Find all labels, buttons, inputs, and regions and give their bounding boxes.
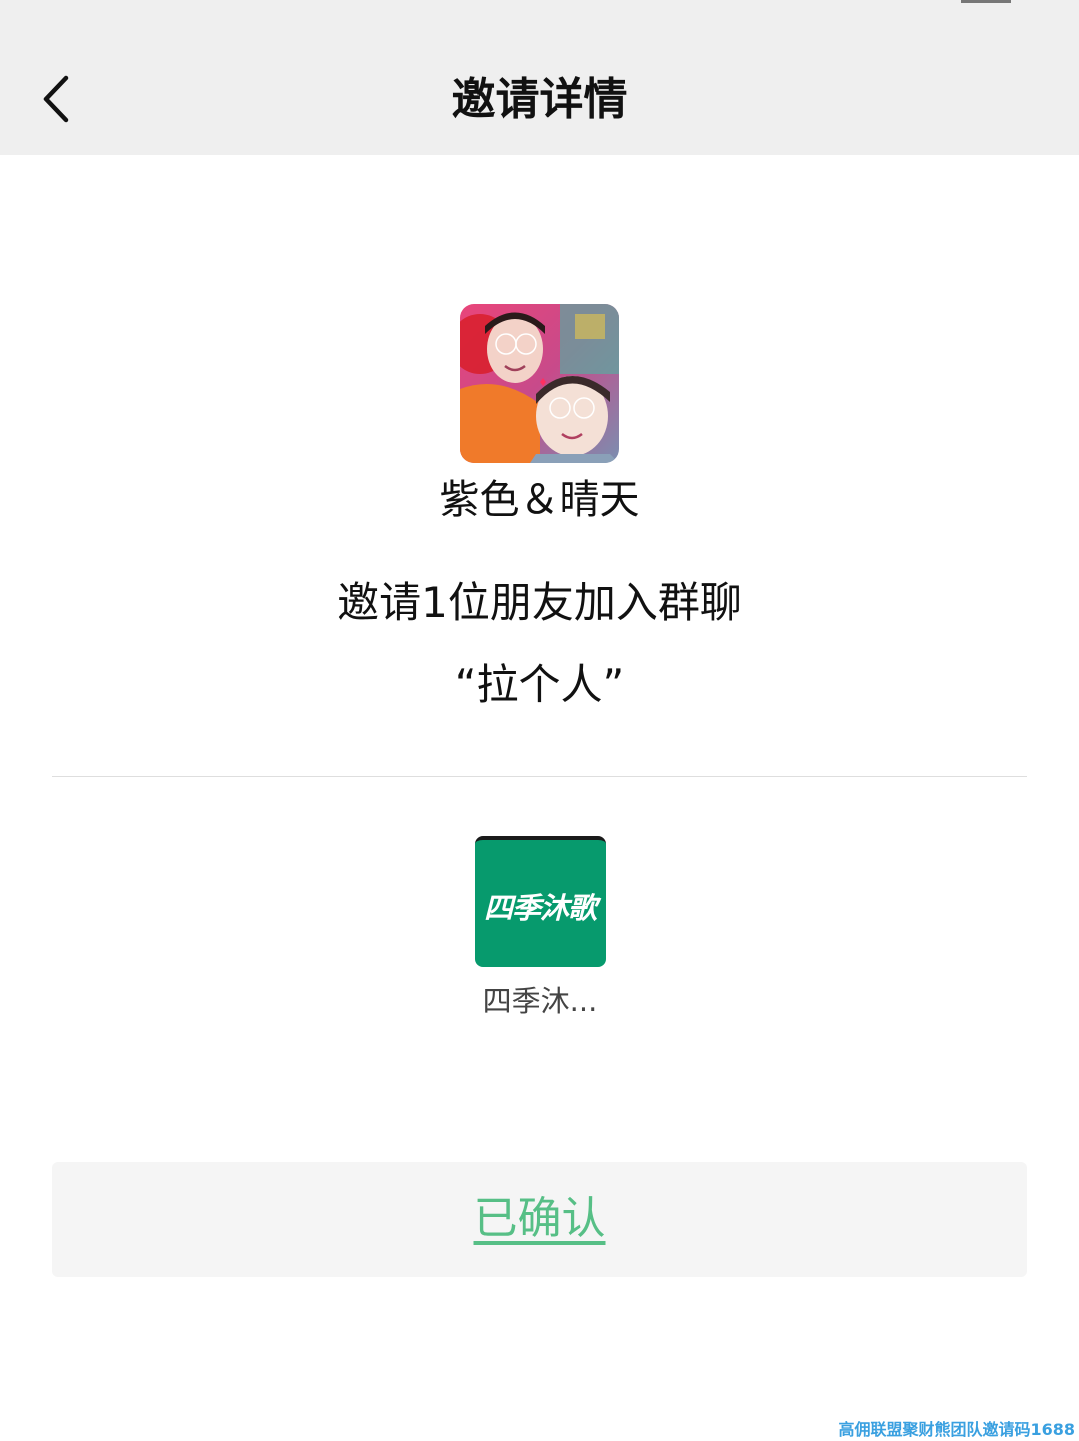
divider <box>52 776 1027 777</box>
inviter-name: 紫色＆晴天 <box>439 477 640 523</box>
confirmed-label: 已确认 <box>473 1193 606 1244</box>
invited-member[interactable]: 四季沐歌 四季沐... <box>440 836 640 1021</box>
inviter-avatar[interactable] <box>460 304 619 463</box>
member-avatar-logo-text: 四季沐歌 <box>483 891 597 925</box>
page-title: 邀请详情 <box>451 74 628 125</box>
watermark: 高佣联盟聚财熊团队邀请码1688 <box>838 1420 1075 1439</box>
member-avatar[interactable]: 四季沐歌 <box>474 836 606 967</box>
group-name: “拉个人” <box>454 660 625 709</box>
member-name: 四季沐... <box>482 984 598 1018</box>
status-bar-indicator <box>961 0 1011 3</box>
navigation-bar: 邀请详情 <box>0 0 1079 155</box>
invite-message: 邀请1位朋友加入群聊 <box>337 578 742 627</box>
confirmed-button[interactable]: 已确认 <box>52 1162 1027 1277</box>
